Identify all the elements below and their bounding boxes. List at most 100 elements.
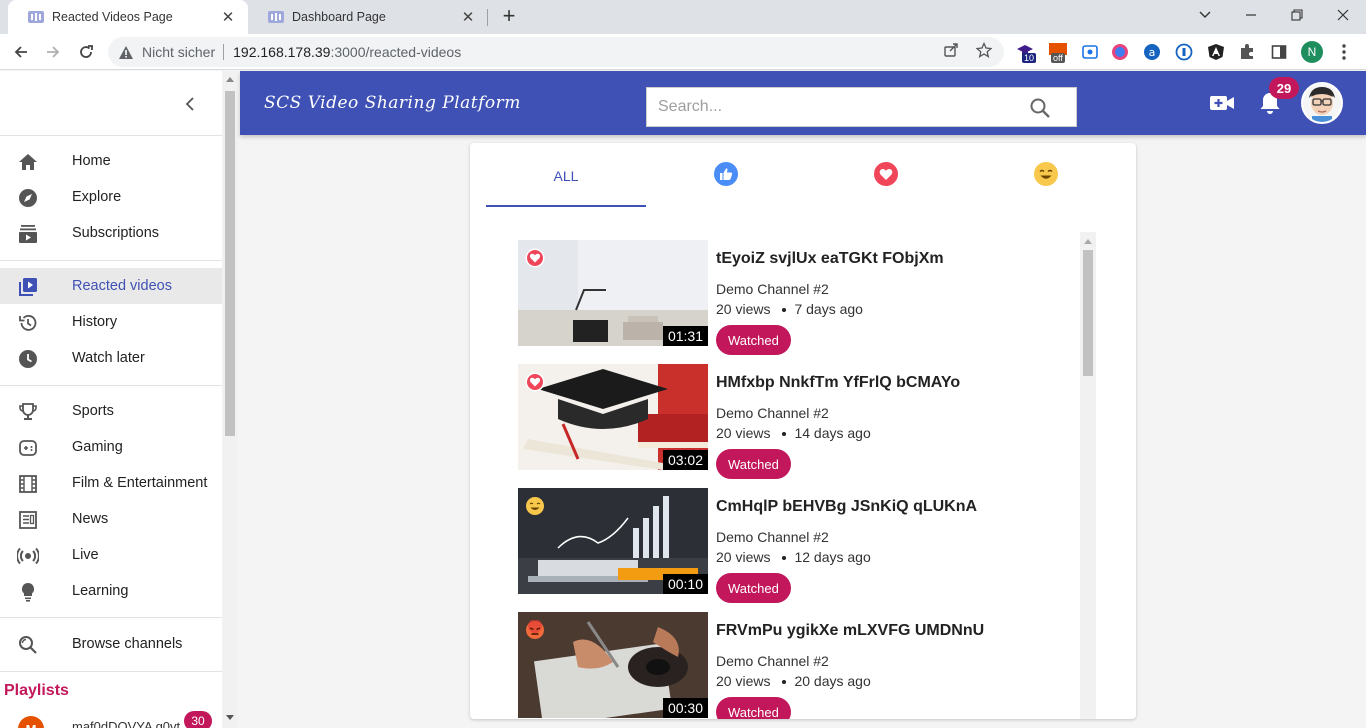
extension-badge: off <box>1051 53 1065 63</box>
scroll-down-icon[interactable] <box>225 713 235 723</box>
reacted-videos-card: ALL 01:31 tEyoiZ svjlUx eaTGKt FObjXm De… <box>470 143 1136 719</box>
subscriptions-icon <box>17 223 39 245</box>
heart-icon <box>525 372 545 392</box>
browser-tab-dashboard[interactable]: Dashboard Page ✕ <box>248 0 488 34</box>
new-tab-button[interactable]: + <box>497 5 521 29</box>
security-label[interactable]: Nicht sicher <box>142 44 215 60</box>
sidebar-item-label: Film & Entertainment <box>72 475 208 491</box>
video-thumbnail[interactable]: 00:30 <box>518 612 708 718</box>
sidebar-item-reacted-videos[interactable]: Reacted videos <box>0 268 222 304</box>
browser-profile-avatar[interactable]: N <box>1301 41 1323 63</box>
video-thumbnail[interactable]: 03:02 <box>518 364 708 470</box>
tab-love[interactable] <box>806 143 966 209</box>
close-icon[interactable]: ✕ <box>458 7 478 27</box>
video-thumbnail[interactable]: 01:31 <box>518 240 708 346</box>
watched-badge[interactable]: Watched <box>716 573 791 603</box>
share-icon[interactable] <box>941 40 961 60</box>
sidebar-item-label: Watch later <box>72 350 145 366</box>
side-panel-icon[interactable] <box>1269 42 1289 62</box>
brand-logo[interactable]: SCS Video Sharing Platform <box>264 93 521 113</box>
back-arrow-icon[interactable] <box>8 39 34 65</box>
graduation-extension-icon[interactable]: 10 <box>1016 42 1037 63</box>
scroll-up-icon[interactable] <box>225 74 235 84</box>
minimize-icon[interactable] <box>1239 4 1263 26</box>
window-close-icon[interactable] <box>1331 4 1355 26</box>
video-meta: 20 views 12 days ago <box>716 549 871 565</box>
app-header: SCS Video Sharing Platform 29 <box>240 71 1366 135</box>
chevron-left-icon[interactable] <box>179 93 201 115</box>
extensions-puzzle-icon[interactable] <box>1237 42 1257 62</box>
video-channel[interactable]: Demo Channel #2 <box>716 653 829 669</box>
smile-icon <box>1034 161 1058 191</box>
video-age: 20 days ago <box>794 673 871 689</box>
sidebar-item-watch-later[interactable]: Watch later <box>0 340 222 376</box>
sidebar-item-history[interactable]: History <box>0 304 222 340</box>
video-list-scrollbar[interactable] <box>1080 232 1096 719</box>
sidebar-item-live[interactable]: Live <box>0 537 222 573</box>
video-list-scroll-thumb[interactable] <box>1083 250 1093 376</box>
sidebar-item-news[interactable]: News <box>0 501 222 537</box>
sidebar-item-label: Home <box>72 153 111 169</box>
sidebar-item-subscriptions[interactable]: Subscriptions <box>0 215 222 251</box>
video-channel[interactable]: Demo Channel #2 <box>716 529 829 545</box>
sidebar-item-home[interactable]: Home <box>0 143 222 179</box>
reload-icon[interactable] <box>73 39 99 65</box>
scroll-up-icon[interactable] <box>1083 236 1093 246</box>
angular-extension-icon[interactable] <box>1206 42 1226 62</box>
browser-menu-icon[interactable] <box>1336 42 1352 62</box>
browser-tab-reacted-videos[interactable]: Reacted Videos Page ✕ <box>8 0 248 34</box>
forward-arrow-icon[interactable] <box>40 39 66 65</box>
sidebar-item-sports[interactable]: Sports <box>0 393 222 429</box>
video-channel[interactable]: Demo Channel #2 <box>716 281 829 297</box>
sidebar-item-learning[interactable]: Learning <box>0 573 222 609</box>
sidebar-item-explore[interactable]: Explore <box>0 179 222 215</box>
video-item[interactable]: 00:10 CmHqlP bEHVBg JSnKiQ qLUKnA Demo C… <box>518 488 1078 603</box>
video-title[interactable]: CmHqlP bEHVBg JSnKiQ qLUKnA <box>716 498 977 516</box>
video-channel[interactable]: Demo Channel #2 <box>716 405 829 421</box>
video-title[interactable]: FRVmPu ygikXe mLXVFG UMDNnU <box>716 622 984 640</box>
search-icon[interactable] <box>1029 97 1051 119</box>
sidebar-divider <box>0 260 222 261</box>
bookmark-star-icon[interactable] <box>974 40 994 60</box>
gamepad-icon <box>17 437 39 459</box>
watched-badge[interactable]: Watched <box>716 697 791 719</box>
tab-like[interactable] <box>646 143 806 209</box>
playlist-avatar: M <box>18 716 44 728</box>
sidebar-item-browse-channels[interactable]: Browse channels <box>0 626 222 662</box>
app-favicon-icon <box>268 10 284 24</box>
warning-icon[interactable] <box>118 45 134 60</box>
url-path: :3000/reacted-videos <box>330 44 462 60</box>
watched-badge[interactable]: Watched <box>716 325 791 355</box>
tab-all[interactable]: ALL <box>486 143 646 209</box>
tab-smile[interactable] <box>966 143 1126 209</box>
video-item[interactable]: 01:31 tEyoiZ svjlUx eaTGKt FObjXm Demo C… <box>518 240 1078 355</box>
media-extension-icon[interactable] <box>1080 42 1100 62</box>
sidebar-item-gaming[interactable]: Gaming <box>0 429 222 465</box>
search-input[interactable] <box>647 88 1017 126</box>
video-duration: 00:10 <box>662 574 708 594</box>
close-icon[interactable]: ✕ <box>218 7 238 27</box>
password-extension-icon[interactable] <box>1174 42 1194 62</box>
lightbulb-icon <box>17 581 39 603</box>
amazon-extension-icon[interactable]: a <box>1142 42 1162 62</box>
user-avatar[interactable] <box>1301 82 1343 124</box>
playlist-item[interactable]: M maf0dDOVYA g0vt 30 <box>0 711 222 728</box>
video-title[interactable]: HMfxbp NnkfTm YfFrlQ bCMAYo <box>716 374 960 392</box>
video-title[interactable]: tEyoiZ svjlUx eaTGKt FObjXm <box>716 250 944 268</box>
upload-video-icon[interactable] <box>1208 89 1236 117</box>
sidebar-divider <box>0 617 222 618</box>
address-bar[interactable]: Nicht sicher 192.168.178.39 :3000/reacte… <box>108 37 1004 67</box>
firefox-relay-extension-icon[interactable] <box>1110 42 1130 62</box>
sidebar-scrollbar[interactable] <box>222 71 238 728</box>
video-thumbnail[interactable]: 00:10 <box>518 488 708 594</box>
watched-badge[interactable]: Watched <box>716 449 791 479</box>
video-item[interactable]: 00:30 FRVmPu ygikXe mLXVFG UMDNnU Demo C… <box>518 612 1078 719</box>
coupon-extension-icon[interactable]: off <box>1048 42 1068 63</box>
meta-separator <box>782 679 787 684</box>
sidebar-scroll-thumb[interactable] <box>225 91 235 436</box>
video-item[interactable]: 03:02 HMfxbp NnkfTm YfFrlQ bCMAYo Demo C… <box>518 364 1078 479</box>
restore-icon[interactable] <box>1285 4 1309 26</box>
video-views: 20 views <box>716 301 771 317</box>
sidebar-item-film-entertainment[interactable]: Film & Entertainment <box>0 465 222 501</box>
tab-search-icon[interactable] <box>1193 4 1217 26</box>
